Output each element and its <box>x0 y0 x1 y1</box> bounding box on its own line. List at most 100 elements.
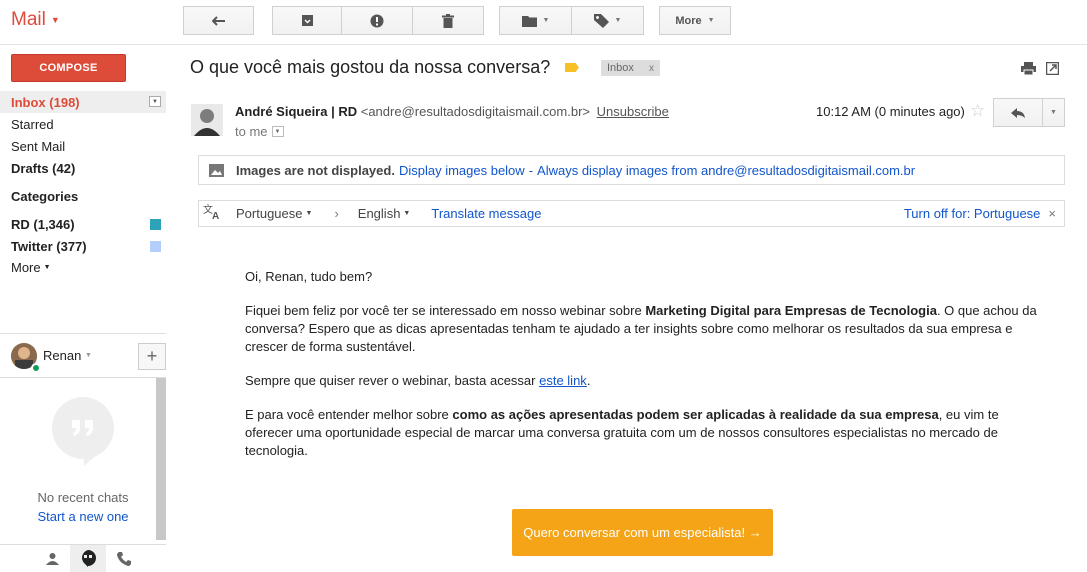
phone-icon <box>117 551 131 566</box>
paragraph-text: Fiquei bem feliz por você ter se interes… <box>245 303 646 318</box>
folder-icon <box>521 15 537 27</box>
print-icon[interactable] <box>1021 62 1036 78</box>
compose-button[interactable]: COMPOSE <box>11 54 126 82</box>
caret-down-icon: ▼ <box>43 263 51 271</box>
reply-more-button[interactable]: ▼ <box>1043 99 1064 126</box>
toolbar-divider <box>0 44 1087 45</box>
sender-photo <box>191 104 223 136</box>
sender-name[interactable]: André Siqueira | RD <box>235 104 357 119</box>
translate-message-link[interactable]: Translate message <box>431 206 541 221</box>
sidebar-divider <box>0 333 166 334</box>
caret-down-icon: ▼ <box>403 210 411 217</box>
sidebar-item-label: Categories <box>11 188 79 204</box>
remove-label-icon[interactable]: x <box>649 63 654 74</box>
sidebar-item-categories[interactable]: Categories <box>0 185 166 207</box>
sidebar-item-label: Twitter (377) <box>11 238 87 254</box>
label-tag-icon <box>593 13 609 28</box>
paragraph-text: E para você entender melhor sobre <box>245 407 453 422</box>
reply-button-group: ▼ <box>993 98 1065 127</box>
image-icon <box>209 163 224 177</box>
sidebar-item-label: Inbox (198) <box>11 94 80 110</box>
person-icon <box>45 553 59 565</box>
start-new-chat-link[interactable]: Start a new one <box>0 509 166 524</box>
tab-contacts[interactable] <box>34 545 70 572</box>
translate-icon: 文 A <box>203 203 225 223</box>
body-paragraph-1: Fiquei bem feliz por você ter se interes… <box>245 302 1045 356</box>
tab-phone[interactable] <box>106 545 142 572</box>
chat-divider <box>0 377 166 378</box>
always-display-images-link[interactable]: Always display images from andre@resulta… <box>537 163 915 178</box>
new-window-icon[interactable] <box>1045 61 1060 78</box>
tab-hangouts[interactable] <box>70 545 106 572</box>
caret-down-icon: ▼ <box>50 15 60 25</box>
important-marker-icon[interactable] <box>565 63 579 72</box>
no-recent-chats-text: No recent chats <box>37 490 129 505</box>
sidebar-item-sent[interactable]: Sent Mail <box>0 135 166 157</box>
recipient-line: to me ▼ <box>235 124 284 139</box>
star-icon[interactable]: ☆ <box>970 101 985 121</box>
caret-down-icon: ▼ <box>707 17 715 24</box>
message-subject: O que você mais gostou da nossa conversa… <box>190 57 551 77</box>
images-notice: Images are not displayed. <box>236 162 395 178</box>
hangouts-bubble-tail <box>84 450 102 466</box>
trash-icon <box>442 13 454 28</box>
sidebar-item-drafts[interactable]: Drafts (42) <box>0 157 166 179</box>
report-spam-icon <box>370 14 384 27</box>
paragraph-text: Sempre que quiser rever o webinar, basta… <box>245 373 540 388</box>
paragraph-bold-text: como as ações apresentadas podem ser apl… <box>452 407 939 422</box>
sender-email: <andre@resultadosdigitaismail.com.br> <box>360 104 590 119</box>
app-title: Mail <box>11 9 46 30</box>
sender-info: André Siqueira | RD <andre@resultadosdig… <box>235 104 669 119</box>
sidebar-item-label: More <box>11 259 41 275</box>
label-chip-text: Inbox <box>607 62 634 74</box>
paragraph-bold-text: Marketing Digital para Empresas de Tecno… <box>645 303 937 318</box>
report-spam-button[interactable] <box>341 6 413 35</box>
banner-separator: - <box>528 162 534 178</box>
reply-icon <box>1011 107 1025 118</box>
target-language-select[interactable]: English ▼ <box>358 206 411 221</box>
sidebar-item-more[interactable]: More ▼ <box>0 256 166 278</box>
labels-button[interactable]: ▼ <box>571 6 644 35</box>
svg-text:A: A <box>212 211 219 220</box>
delete-button[interactable] <box>412 6 484 35</box>
chat-user-name[interactable]: Renan <box>43 348 81 363</box>
new-chat-button[interactable]: + <box>138 343 166 370</box>
reply-button[interactable] <box>994 99 1043 126</box>
sender-avatar[interactable] <box>191 104 223 136</box>
body-paragraph-3: E para você entender melhor sobre como a… <box>245 406 1045 460</box>
sidebar-item-inbox[interactable]: Inbox (198) ▼ <box>0 91 166 113</box>
caret-down-icon[interactable]: ▼ <box>85 352 92 359</box>
display-images-link[interactable]: Display images below <box>399 163 525 178</box>
mail-menu[interactable]: Mail ▼ <box>11 9 60 31</box>
caret-down-icon: ▼ <box>542 17 550 24</box>
turn-off-translation-link[interactable]: Turn off for: Portuguese <box>904 206 1041 221</box>
plus-icon: + <box>146 346 158 366</box>
label-color-swatch <box>150 219 161 230</box>
inbox-dropdown-icon[interactable]: ▼ <box>149 96 161 107</box>
webinar-link[interactable]: este link <box>539 373 587 388</box>
sidebar-item-starred[interactable]: Starred <box>0 113 166 135</box>
label-color-swatch <box>150 241 161 252</box>
recipient-text: to me <box>235 124 268 139</box>
source-language-select[interactable]: Portuguese ▼ <box>236 206 312 221</box>
label-chip-inbox[interactable]: Inbox x <box>601 60 660 76</box>
archive-button[interactable] <box>272 6 342 35</box>
sidebar-item-rd[interactable]: RD (1,346) <box>0 213 166 235</box>
unsubscribe-link[interactable]: Unsubscribe <box>597 104 669 119</box>
source-language-label: Portuguese <box>236 206 303 221</box>
talk-to-specialist-button[interactable]: Quero conversar com um especialista! → <box>512 509 773 556</box>
sidebar-item-twitter[interactable]: Twitter (377) <box>0 235 166 257</box>
hangouts-icon <box>82 550 96 567</box>
move-to-button[interactable]: ▼ <box>499 6 572 35</box>
hangouts-bubble-icon <box>52 397 114 459</box>
message-timestamp: 10:12 AM (0 minutes ago) <box>816 104 965 119</box>
back-button[interactable] <box>183 6 254 35</box>
paragraph-text: . <box>586 373 591 388</box>
sidebar-item-label: RD (1,346) <box>11 216 75 232</box>
chevron-right-icon: › <box>334 206 339 221</box>
more-button[interactable]: More ▼ <box>659 6 731 35</box>
sidebar-item-label: Drafts (42) <box>11 160 76 176</box>
close-icon[interactable]: × <box>1048 206 1056 221</box>
caret-down-icon: ▼ <box>614 17 622 24</box>
show-details-icon[interactable]: ▼ <box>271 126 284 137</box>
